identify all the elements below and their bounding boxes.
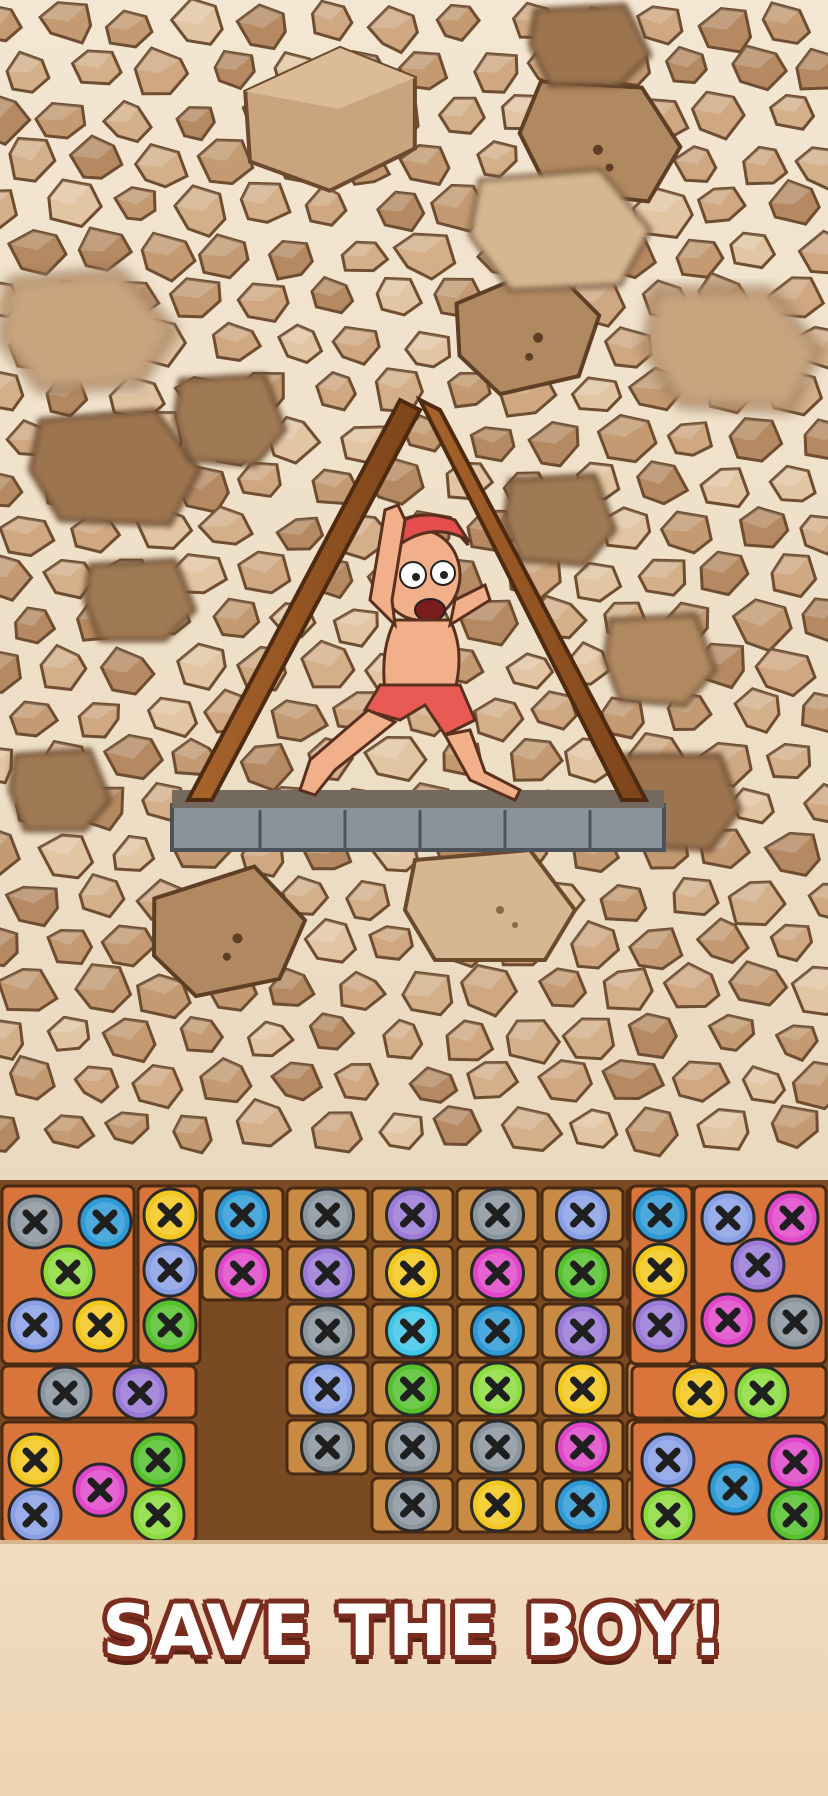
screw[interactable] <box>387 1421 439 1473</box>
screw[interactable] <box>702 1294 754 1346</box>
screw[interactable] <box>79 1196 131 1248</box>
screw[interactable] <box>472 1421 524 1473</box>
screw[interactable] <box>144 1189 196 1241</box>
screw[interactable] <box>472 1363 524 1415</box>
boulder <box>85 560 195 640</box>
headline-text: SAVE THE BOY! <box>0 1590 828 1672</box>
screw[interactable] <box>144 1299 196 1351</box>
screw[interactable] <box>302 1421 354 1473</box>
screw[interactable] <box>557 1247 609 1299</box>
screw[interactable] <box>766 1192 818 1244</box>
screw[interactable] <box>642 1434 694 1486</box>
boulder <box>10 750 110 830</box>
screw[interactable] <box>634 1244 686 1296</box>
screw[interactable] <box>39 1367 91 1419</box>
screw[interactable] <box>702 1192 754 1244</box>
screw[interactable] <box>302 1363 354 1415</box>
boulder <box>505 475 615 565</box>
game-scene <box>0 0 828 1792</box>
screw[interactable] <box>132 1489 184 1541</box>
screw[interactable] <box>736 1367 788 1419</box>
screw[interactable] <box>387 1305 439 1357</box>
screw[interactable] <box>217 1247 269 1299</box>
screw[interactable] <box>9 1299 61 1351</box>
screw[interactable] <box>769 1489 821 1541</box>
screw[interactable] <box>42 1246 94 1298</box>
screw[interactable] <box>557 1363 609 1415</box>
wood-board[interactable] <box>632 1366 826 1418</box>
screw[interactable] <box>9 1196 61 1248</box>
screw[interactable] <box>387 1247 439 1299</box>
screw[interactable] <box>387 1479 439 1531</box>
boulder <box>605 615 715 705</box>
screw[interactable] <box>472 1305 524 1357</box>
screw[interactable] <box>74 1464 126 1516</box>
screw[interactable] <box>387 1189 439 1241</box>
screw-puzzle-board[interactable] <box>0 1180 828 1542</box>
screw[interactable] <box>634 1189 686 1241</box>
screw[interactable] <box>732 1239 784 1291</box>
screw[interactable] <box>769 1436 821 1488</box>
screw[interactable] <box>472 1247 524 1299</box>
screw[interactable] <box>302 1247 354 1299</box>
screw[interactable] <box>302 1305 354 1357</box>
screw[interactable] <box>114 1367 166 1419</box>
screw[interactable] <box>642 1489 694 1541</box>
screw[interactable] <box>472 1479 524 1531</box>
screw[interactable] <box>217 1189 269 1241</box>
screw[interactable] <box>9 1489 61 1541</box>
screw[interactable] <box>557 1305 609 1357</box>
boulder <box>175 375 285 465</box>
screw[interactable] <box>557 1421 609 1473</box>
screw[interactable] <box>9 1434 61 1486</box>
screw[interactable] <box>769 1296 821 1348</box>
screw[interactable] <box>302 1189 354 1241</box>
screw[interactable] <box>634 1299 686 1351</box>
screw[interactable] <box>557 1479 609 1531</box>
screw[interactable] <box>387 1363 439 1415</box>
screw[interactable] <box>132 1434 184 1486</box>
screw[interactable] <box>709 1462 761 1514</box>
screw[interactable] <box>674 1367 726 1419</box>
screw[interactable] <box>557 1189 609 1241</box>
screw[interactable] <box>144 1244 196 1296</box>
screw[interactable] <box>472 1189 524 1241</box>
boulder <box>530 5 650 85</box>
screw[interactable] <box>74 1299 126 1351</box>
